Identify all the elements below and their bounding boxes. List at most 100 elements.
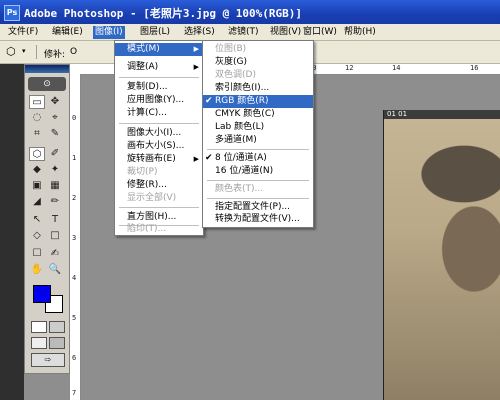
dodge-tool-icon[interactable]: ✏	[47, 195, 63, 209]
menu-separator	[207, 198, 309, 199]
image-menu-item[interactable]: 陷印(T)...	[115, 223, 203, 236]
screen-mode-standard-icon[interactable]	[31, 337, 47, 349]
mode-menu-item[interactable]: ✔ RGB 颜色(R)	[203, 95, 313, 108]
patch-radio[interactable]: O	[70, 47, 77, 57]
hand-tool-icon[interactable]: ✋	[29, 263, 45, 277]
slice-tool-icon[interactable]: ✎	[47, 127, 63, 141]
menu-window[interactable]: 窗口(W)	[301, 26, 339, 39]
ruler-label: 1	[72, 154, 77, 162]
menu-layer[interactable]: 图层(L)	[138, 26, 172, 39]
mode-menu-item[interactable]: 位图(B)	[203, 43, 313, 56]
blur-tool-icon[interactable]: ◢	[29, 195, 45, 209]
jump-to-imageready-icon[interactable]: ⇨	[31, 353, 65, 367]
mode-menu-item[interactable]: 16 位/通道(N)	[203, 165, 313, 178]
patch-tool-icon[interactable]: ⬡	[29, 147, 45, 161]
screen-mode-full-icon[interactable]	[49, 337, 65, 349]
mode-menu-item[interactable]: Lab 颜色(L)	[203, 121, 313, 134]
chevron-right-icon: ▶	[193, 155, 199, 163]
gradient-tool-icon[interactable]: ▦	[47, 179, 63, 193]
menu-bar: 文件(F) 编辑(E) 图像(I) 图层(L) 选择(S) 滤镜(T) 视图(V…	[0, 24, 500, 41]
standard-mode-icon[interactable]	[31, 321, 47, 333]
image-menu-item[interactable]: 旋转画布(E) ▶	[115, 153, 203, 166]
menu-edit[interactable]: 编辑(E)	[50, 26, 85, 39]
image-menu-item[interactable]: 应用图像(Y)...	[115, 94, 203, 107]
menu-separator	[207, 149, 309, 150]
image-menu-item[interactable]: 复制(D)...	[115, 81, 203, 94]
mode-menu-item[interactable]: 索引颜色(I)...	[203, 82, 313, 95]
ruler-label: 2	[72, 194, 77, 202]
menu-file[interactable]: 文件(F)	[6, 26, 40, 39]
photoshop-logo-icon: Ps	[4, 5, 20, 21]
eraser-tool-icon[interactable]: ▣	[29, 179, 45, 193]
image-menu-item[interactable]: 模式(M) ▶	[115, 43, 203, 56]
ruler-label: 3	[72, 234, 77, 242]
eyedropper-tool-icon[interactable]: ✍	[47, 247, 63, 261]
patch-label: 修补:	[44, 50, 66, 60]
image-menu-item[interactable]: 裁切(P)	[115, 166, 203, 179]
zoom-tool-icon[interactable]: 🔍	[47, 263, 63, 277]
mode-menu-item[interactable]: CMYK 颜色(C)	[203, 108, 313, 121]
image-menu-item[interactable]: 计算(C)...	[115, 107, 203, 120]
vertical-ruler: 0 1 2 3 4 5 6 7	[70, 74, 81, 400]
ruler-label: 12	[345, 64, 354, 72]
image-menu: 模式(M) ▶ 调整(A) ▶ 复制(D)... 应用图像(Y)... 计算(C).…	[114, 40, 204, 236]
toolbox-header[interactable]	[25, 65, 69, 73]
stamp-tool-icon[interactable]: ◆	[29, 163, 45, 177]
ruler-label: 7	[72, 389, 77, 397]
chevron-down-icon[interactable]: ▾	[22, 47, 26, 55]
menu-separator	[119, 77, 199, 78]
type-tool-icon[interactable]: T	[47, 213, 63, 227]
menu-select[interactable]: 选择(S)	[182, 26, 217, 39]
chevron-right-icon: ▶	[193, 63, 199, 71]
menu-filter[interactable]: 滤镜(T)	[226, 26, 261, 39]
menu-view[interactable]: 视图(V)	[268, 26, 303, 39]
quickmask-mode-icon[interactable]	[49, 321, 65, 333]
check-icon: ✔	[205, 96, 213, 106]
lasso-tool-icon[interactable]: ◌	[29, 111, 45, 125]
chevron-right-icon: ▶	[193, 45, 199, 53]
mode-menu-item[interactable]: 多通道(M)	[203, 134, 313, 147]
mode-menu-item[interactable]: 双色调(D)	[203, 69, 313, 82]
image-menu-item[interactable]: 画布大小(S)...	[115, 140, 203, 153]
mode-submenu: 位图(B) 灰度(G) 双色调(D) 索引颜色(I)... ✔ RGB 颜色(R)…	[202, 40, 314, 228]
ruler-label: 4	[72, 274, 77, 282]
menu-help[interactable]: 帮助(H)	[342, 26, 378, 39]
toolbox: ⊙ ▭ ✥ ◌ ⌖ ⌗ ✎ ⬡ ✐ ◆ ✦ ▣ ▦ ◢ ✏ ↖ T ◇ □ ☐ …	[24, 64, 70, 374]
magic-wand-icon[interactable]: ⌖	[47, 111, 63, 125]
mode-menu-item[interactable]: 灰度(G)	[203, 56, 313, 69]
move-tool-icon[interactable]: ✥	[47, 95, 63, 109]
document-tab: 01 01	[384, 110, 500, 119]
ruler-label: 6	[72, 354, 77, 362]
check-icon: ✔	[205, 153, 213, 163]
image-menu-item[interactable]: 调整(A) ▶	[115, 61, 203, 74]
image-menu-item[interactable]: 修整(R)...	[115, 179, 203, 192]
path-select-icon[interactable]: ↖	[29, 213, 45, 227]
brush-tool-icon[interactable]: ✐	[47, 147, 63, 161]
foreground-color-swatch[interactable]	[33, 285, 51, 303]
ruler-label: 5	[72, 314, 77, 322]
window-title: Adobe Photoshop - [老照片3.jpg @ 100%(RGB)]	[24, 7, 303, 20]
ruler-label: 14	[392, 64, 401, 72]
image-menu-item[interactable]: 显示全部(V)	[115, 192, 203, 205]
menu-separator	[119, 123, 199, 124]
image-menu-item[interactable]: 图像大小(I)...	[115, 127, 203, 140]
menu-separator	[207, 180, 309, 181]
menu-separator	[119, 207, 199, 208]
menu-image[interactable]: 图像(I)	[93, 26, 125, 39]
photoshop-eye-logo-icon[interactable]: ⊙	[28, 77, 66, 91]
pen-tool-icon[interactable]: ◇	[29, 229, 45, 243]
title-bar: Ps Adobe Photoshop - [老照片3.jpg @ 100%(RG…	[0, 0, 500, 24]
mode-menu-item[interactable]: 转换为配置文件(V)...	[203, 213, 313, 226]
crop-tool-icon[interactable]: ⌗	[29, 127, 45, 141]
history-brush-icon[interactable]: ✦	[47, 163, 63, 177]
document-window: 01 01	[383, 110, 500, 400]
ruler-label: 0	[72, 114, 77, 122]
patch-tool-icon[interactable]: ⬡	[6, 45, 16, 58]
mode-menu-item[interactable]: 颜色表(T)...	[203, 183, 313, 196]
left-edge	[0, 64, 24, 400]
marquee-tool-icon[interactable]: ▭	[29, 95, 45, 109]
notes-tool-icon[interactable]: ☐	[29, 247, 45, 261]
old-photo-image	[384, 119, 500, 400]
shape-tool-icon[interactable]: □	[47, 229, 63, 243]
mode-menu-item[interactable]: ✔ 8 位/通道(A)	[203, 152, 313, 165]
